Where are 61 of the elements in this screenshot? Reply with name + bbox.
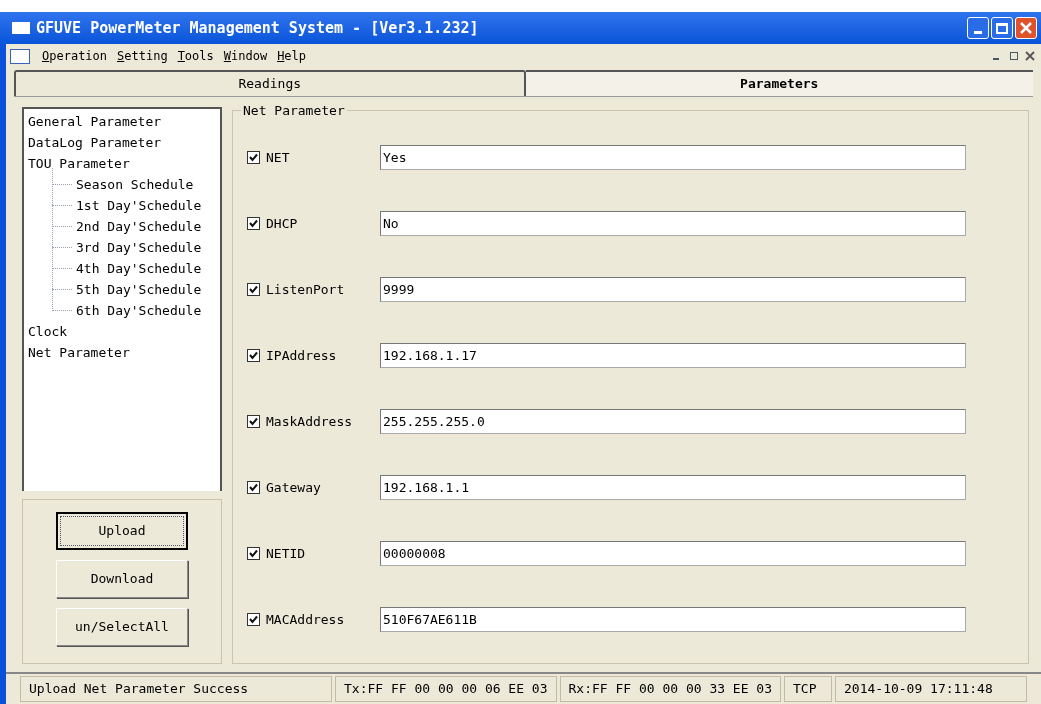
checkbox[interactable] <box>247 547 260 561</box>
input-field[interactable]: Yes <box>380 145 966 171</box>
input-field[interactable]: 510F67AE611B <box>380 607 966 633</box>
field-label: NETID <box>266 545 307 564</box>
tree-item[interactable]: Clock <box>28 321 68 342</box>
checkbox[interactable] <box>247 283 260 297</box>
input-field[interactable]: 9999 <box>380 277 966 303</box>
tree-item[interactable]: 6th Day'Schedule <box>76 300 202 321</box>
field-label: MACAddress <box>266 611 346 630</box>
input-field[interactable]: No <box>380 211 966 237</box>
window-title: GFUVE PowerMeter Management System - [Ver3.1.232] <box>36 17 479 39</box>
minimize-button[interactable] <box>967 17 989 39</box>
menu-item[interactable]: Window <box>223 47 268 65</box>
maximize-button[interactable] <box>991 17 1013 39</box>
tab[interactable]: Readings <box>14 70 526 96</box>
status-pane: Tx:FF FF 00 00 00 06 EE 03 <box>335 676 557 702</box>
tree-item[interactable]: General Parameter <box>28 111 162 132</box>
tab[interactable]: Parameters <box>525 70 1033 96</box>
checkbox[interactable] <box>247 481 260 495</box>
checkbox[interactable] <box>247 349 260 363</box>
input-field[interactable]: 192.168.1.1 <box>380 475 966 501</box>
field-label: Gateway <box>266 479 322 498</box>
tree-item[interactable]: DataLog Parameter <box>28 132 162 153</box>
group-title: Net Parameter <box>242 102 346 120</box>
menu-item[interactable]: Setting <box>117 47 168 65</box>
restore-icon[interactable] <box>1007 49 1021 63</box>
action-button[interactable]: un/SelectAll <box>56 608 188 646</box>
input-field[interactable]: 00000008 <box>380 541 966 567</box>
status-pane: 2014-10-09 17:11:48 <box>835 676 1027 702</box>
tree-item[interactable]: 3rd Day'Schedule <box>76 237 202 258</box>
close-button[interactable] <box>1015 17 1037 39</box>
tree-item[interactable]: 2nd Day'Schedule <box>76 216 202 237</box>
tree-item[interactable]: Net Parameter <box>28 342 130 363</box>
menu-item[interactable]: Tools <box>177 47 214 65</box>
input-field[interactable]: 255.255.255.0 <box>380 409 966 435</box>
action-button[interactable]: Upload <box>56 512 188 550</box>
tree-item[interactable]: 1st Day'Schedule <box>76 195 202 216</box>
document-icon <box>10 48 30 64</box>
field-label: DHCP <box>266 214 299 233</box>
field-label: IPAddress <box>266 346 338 365</box>
tree-item[interactable]: Season Schedule <box>76 174 194 195</box>
action-button[interactable]: Download <box>56 560 188 598</box>
menu-item[interactable]: Help <box>277 47 307 65</box>
tree-item[interactable]: TOU Parameter <box>28 153 130 174</box>
close-icon <box>1020 22 1032 34</box>
checkbox[interactable] <box>247 217 260 231</box>
tree-item[interactable]: 4th Day'Schedule <box>76 258 202 279</box>
status-pane: Rx:FF FF 00 00 00 33 EE 03 <box>559 676 781 702</box>
checkbox[interactable] <box>247 613 260 627</box>
field-label: ListenPort <box>266 280 346 299</box>
tree-item[interactable]: 5th Day'Schedule <box>76 279 202 300</box>
status-pane: TCP <box>784 676 832 702</box>
checkbox[interactable] <box>247 151 260 165</box>
close-icon[interactable] <box>1025 51 1035 61</box>
checkbox[interactable] <box>247 415 260 429</box>
menu-item[interactable]: Operation <box>42 47 108 65</box>
field-label: MaskAddress <box>266 413 354 432</box>
app-icon <box>12 22 30 34</box>
input-field[interactable]: 192.168.1.17 <box>380 343 966 369</box>
field-label: NET <box>266 148 291 167</box>
status-pane: Upload Net Parameter Success <box>20 676 332 702</box>
